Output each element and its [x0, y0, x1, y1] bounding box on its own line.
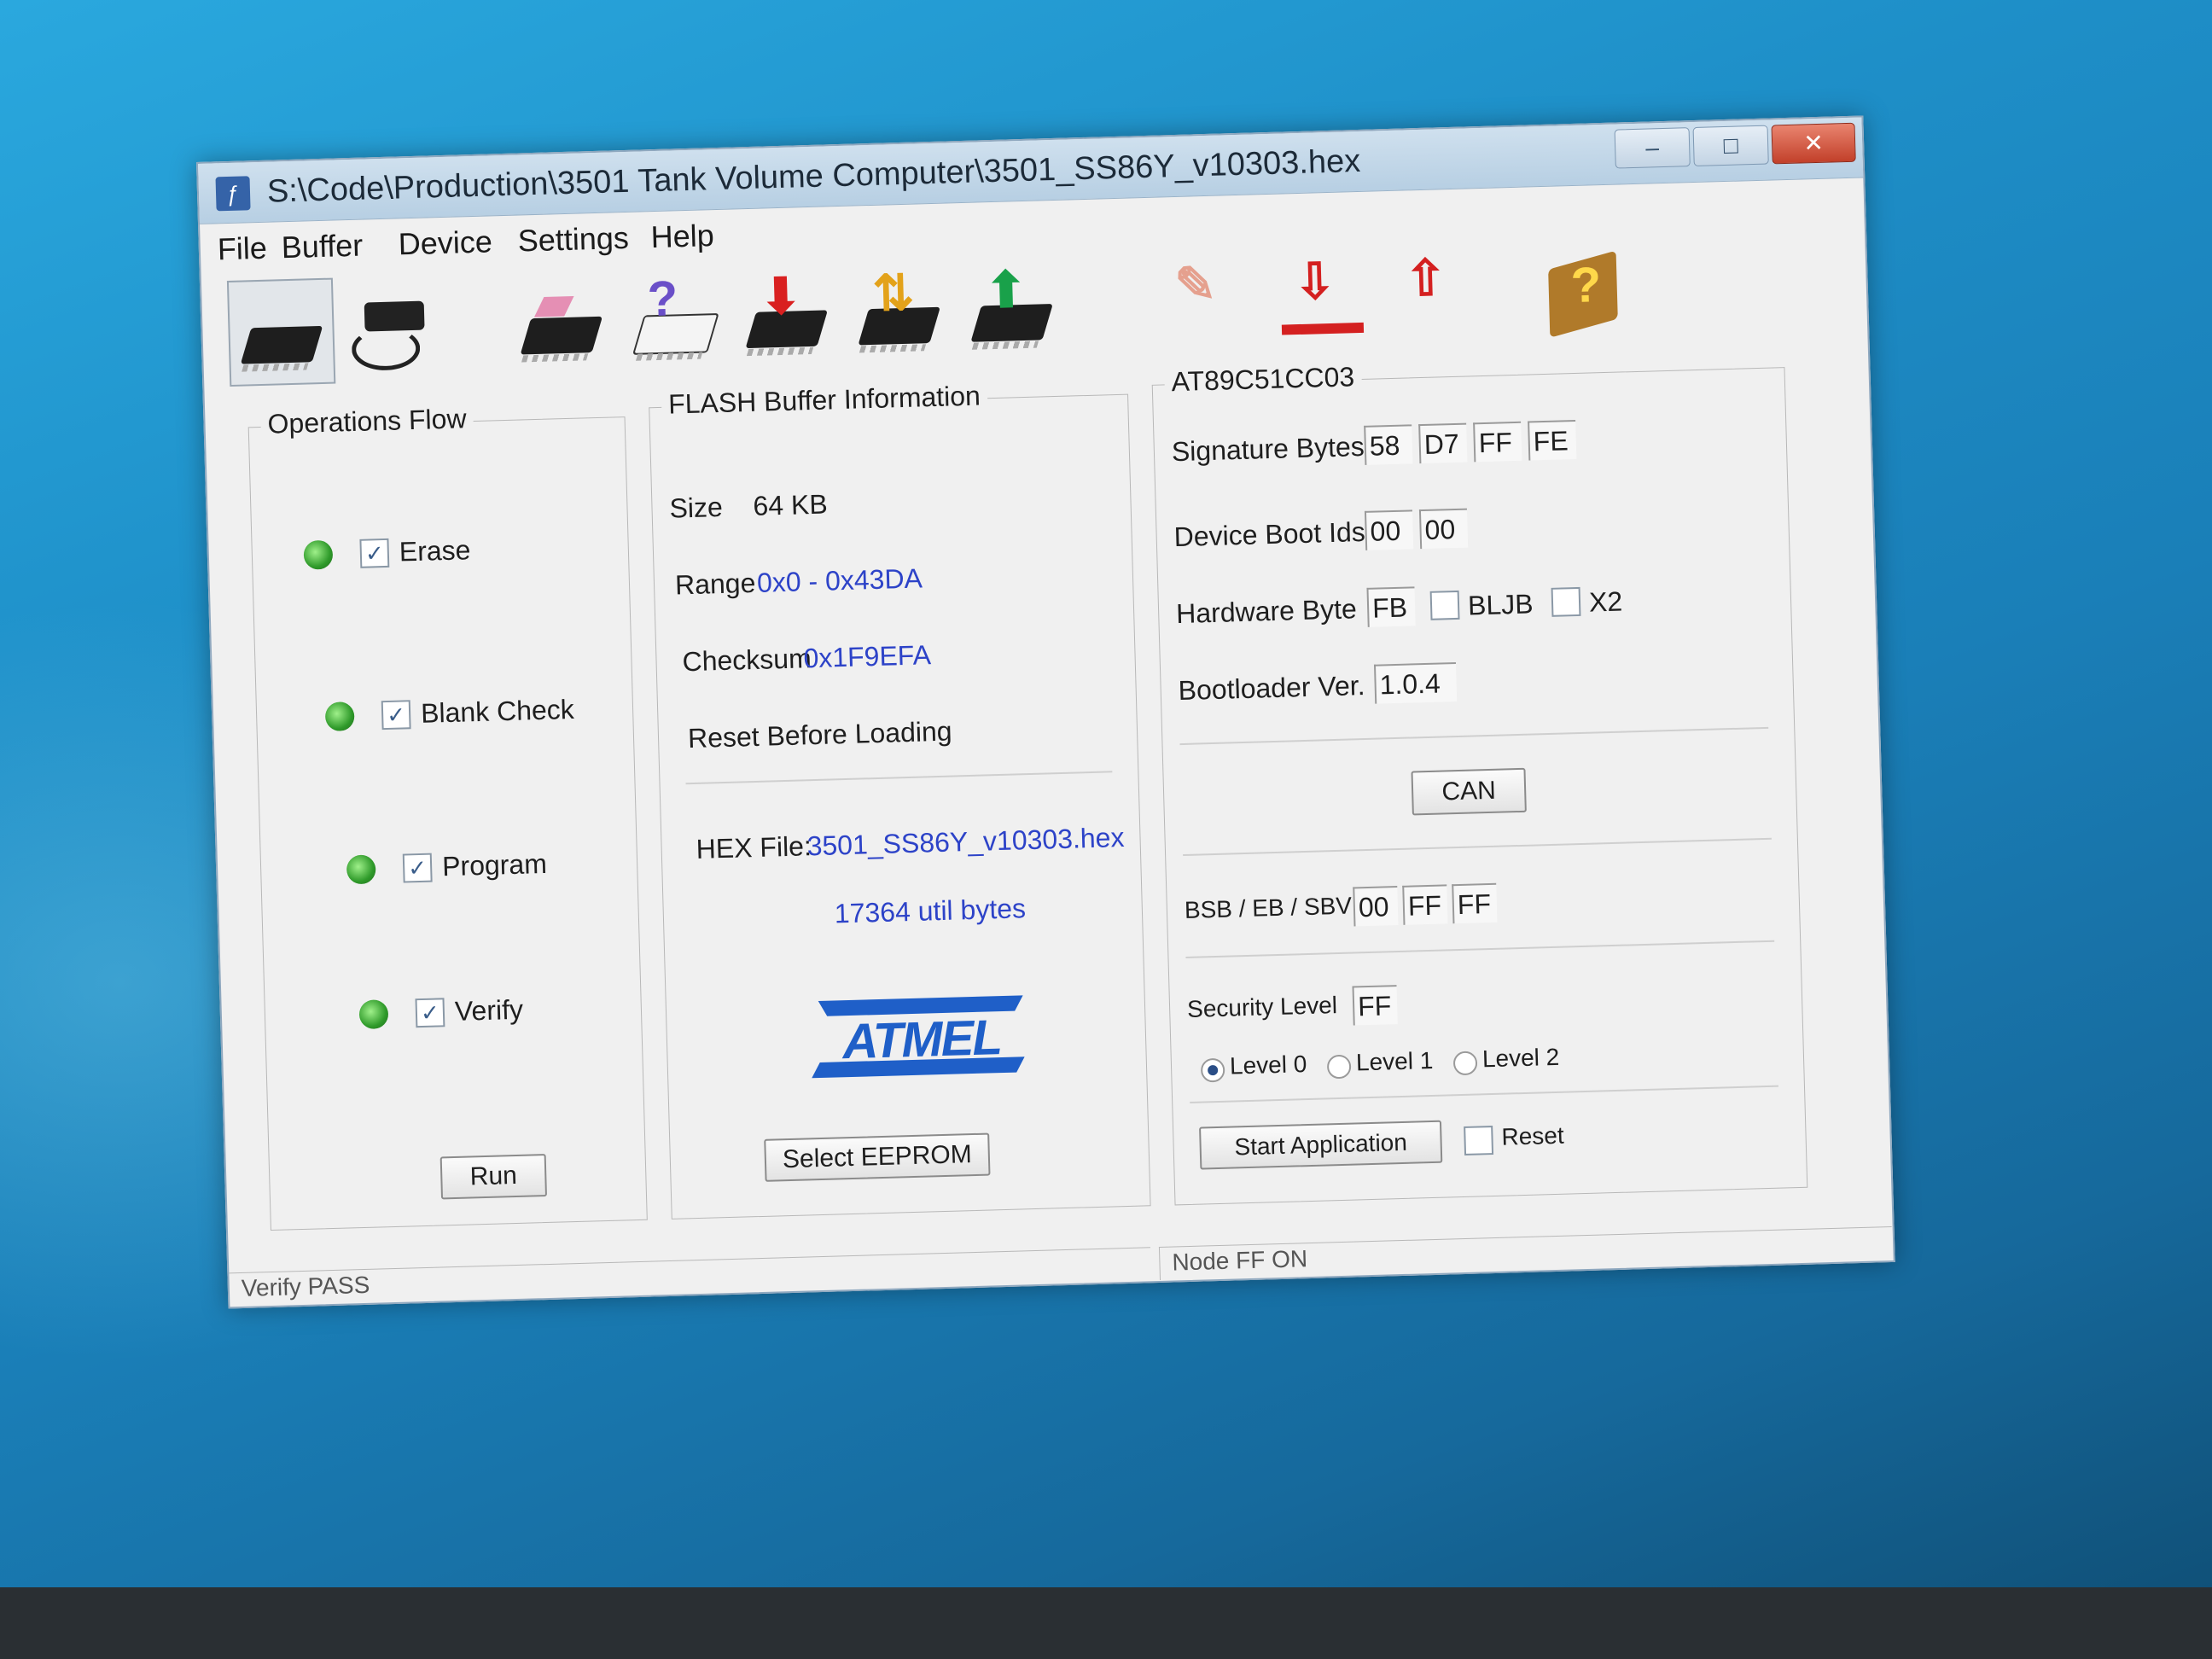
level-0-label: Level 0 [1229, 1051, 1307, 1080]
bootloader-version-field: 1.0.4 [1373, 662, 1458, 704]
flash-buffer-legend: FLASH Buffer Information [661, 380, 988, 421]
level-2-radio[interactable] [1452, 1051, 1478, 1076]
menu-help[interactable]: Help [650, 218, 714, 255]
operations-flow-panel: Operations Flow ✓ Erase ✓ Blank Check ✓ … [247, 403, 648, 1231]
device-boot-ids-label: Device Boot Ids [1173, 515, 1366, 553]
status-bar-left: Verify PASS [229, 1247, 1152, 1307]
signature-byte-3[interactable]: FF [1473, 421, 1522, 463]
x2-checkbox[interactable] [1551, 586, 1581, 617]
start-application-button[interactable]: Start Application [1199, 1120, 1443, 1170]
reset-label: Reset [1501, 1121, 1565, 1150]
hardware-byte-field[interactable]: FB [1366, 586, 1416, 627]
device-divider-2 [1183, 837, 1772, 857]
level-1-label: Level 1 [1355, 1046, 1434, 1076]
run-button[interactable]: Run [439, 1154, 548, 1200]
erase-row: ✓ Erase [303, 530, 577, 575]
signature-byte-1[interactable]: 58 [1364, 424, 1413, 465]
checksum-label: Checksum [682, 643, 812, 678]
verify-checkbox[interactable]: ✓ [415, 998, 445, 1028]
can-button[interactable]: CAN [1411, 767, 1527, 816]
close-button[interactable]: ✕ [1771, 122, 1856, 165]
bsb-field[interactable]: 00 [1353, 886, 1399, 927]
minimize-button[interactable]: – [1614, 127, 1691, 169]
help-book-icon[interactable]: ? [1532, 242, 1637, 346]
blank-check-label: Blank Check [420, 693, 575, 729]
select-device-icon[interactable] [226, 277, 336, 387]
operations-flow-legend: Operations Flow [260, 403, 474, 441]
select-eeprom-button[interactable]: Select EEPROM [764, 1132, 991, 1182]
util-bytes-value: 17364 util bytes [834, 893, 1027, 929]
checksum-value: 0x1F9EFA [803, 639, 932, 674]
range-label: Range [674, 567, 756, 601]
bootloader-version-label: Bootloader Ver. [1178, 670, 1365, 707]
status-message: Verify PASS [241, 1271, 370, 1302]
blank-check-icon[interactable]: ? [621, 267, 726, 372]
atmel-logo: ATMEL [809, 987, 1033, 1086]
flip-main-window: ƒ S:\Code\Production\3501 Tank Volume Co… [196, 115, 1895, 1309]
program-label: Program [441, 847, 548, 882]
erase-label: Erase [399, 534, 471, 568]
size-label: Size [669, 491, 724, 524]
menu-file[interactable]: File [217, 230, 267, 268]
hardware-byte-label: Hardware Byte [1175, 593, 1358, 630]
program-row: ✓ Program [346, 844, 620, 889]
verify-icon[interactable]: ⇅ [847, 260, 952, 365]
app-icon: ƒ [215, 176, 251, 212]
reset-checkbox[interactable] [1464, 1126, 1494, 1155]
x2-label: X2 [1588, 585, 1623, 618]
device-legend: AT89C51CC03 [1164, 360, 1362, 399]
range-value: 0x0 - 0x43DA [756, 562, 923, 598]
flash-buffer-panel: FLASH Buffer Information Size 64 KB Rang… [649, 380, 1151, 1220]
signature-byte-4[interactable]: FE [1528, 419, 1577, 461]
bljb-checkbox[interactable] [1429, 590, 1460, 620]
blank-check-checkbox[interactable]: ✓ [381, 700, 411, 731]
usb-connect-icon[interactable] [345, 275, 450, 380]
device-divider-4 [1190, 1085, 1778, 1103]
level-2-label: Level 2 [1481, 1043, 1560, 1073]
security-level-label: Security Level [1186, 992, 1338, 1022]
menu-device[interactable]: Device [398, 224, 492, 262]
save-hex-icon[interactable]: ⇧ [1378, 246, 1483, 351]
monitor-bezel [0, 1587, 2212, 1659]
load-hex-icon[interactable]: ⇩ [1267, 249, 1372, 354]
erase-checkbox[interactable]: ✓ [359, 538, 390, 568]
atmel-logo-text: ATMEL [840, 1010, 1001, 1069]
status-bar-right: Node FF ON [1158, 1226, 1893, 1280]
verify-status-led [358, 999, 389, 1030]
security-level-field[interactable]: FF [1352, 985, 1398, 1026]
device-divider-1 [1179, 726, 1769, 746]
verify-label: Verify [454, 993, 524, 1027]
hex-file-value: 3501_SS86Y_v10303.hex [806, 821, 1125, 862]
bljb-label: BLJB [1467, 588, 1534, 621]
blank-check-row: ✓ Blank Check [324, 691, 616, 736]
menu-buffer[interactable]: Buffer [281, 228, 364, 266]
sbv-field[interactable]: FF [1452, 882, 1498, 924]
device-panel: AT89C51CC03 Signature Bytes 58 D7 FF FE … [1151, 360, 1808, 1206]
eb-field[interactable]: FF [1402, 884, 1448, 925]
signature-bytes-label: Signature Bytes [1171, 430, 1365, 468]
boot-id-1[interactable]: 00 [1364, 509, 1414, 550]
program-icon[interactable]: ⬇ [734, 264, 839, 369]
level-0-radio[interactable] [1200, 1057, 1225, 1083]
program-checkbox[interactable]: ✓ [402, 853, 433, 883]
signature-byte-2[interactable]: D7 [1418, 422, 1468, 464]
erase-icon[interactable]: ▰ [509, 270, 614, 375]
hex-file-label: HEX File: [696, 830, 812, 864]
erase-status-led [303, 539, 334, 570]
verify-row: ✓ Verify [358, 990, 615, 1034]
size-value: 64 KB [753, 488, 829, 521]
edit-buffer-icon[interactable]: ✎ [1148, 253, 1253, 358]
reset-before-loading-label: Reset Before Loading [687, 715, 953, 754]
program-status-led [346, 854, 376, 885]
flash-divider [685, 771, 1113, 785]
maximize-button[interactable]: □ [1692, 125, 1769, 167]
node-status: Node FF ON [1172, 1245, 1308, 1276]
level-1-radio[interactable] [1326, 1054, 1352, 1080]
device-divider-3 [1185, 940, 1775, 958]
read-icon[interactable]: ⬆ [959, 258, 1064, 363]
menu-settings[interactable]: Settings [517, 220, 629, 259]
boot-id-2[interactable]: 00 [1418, 508, 1469, 550]
blank-check-status-led [324, 701, 355, 732]
bsb-eb-sbv-label: BSB / EB / SBV [1184, 892, 1353, 924]
